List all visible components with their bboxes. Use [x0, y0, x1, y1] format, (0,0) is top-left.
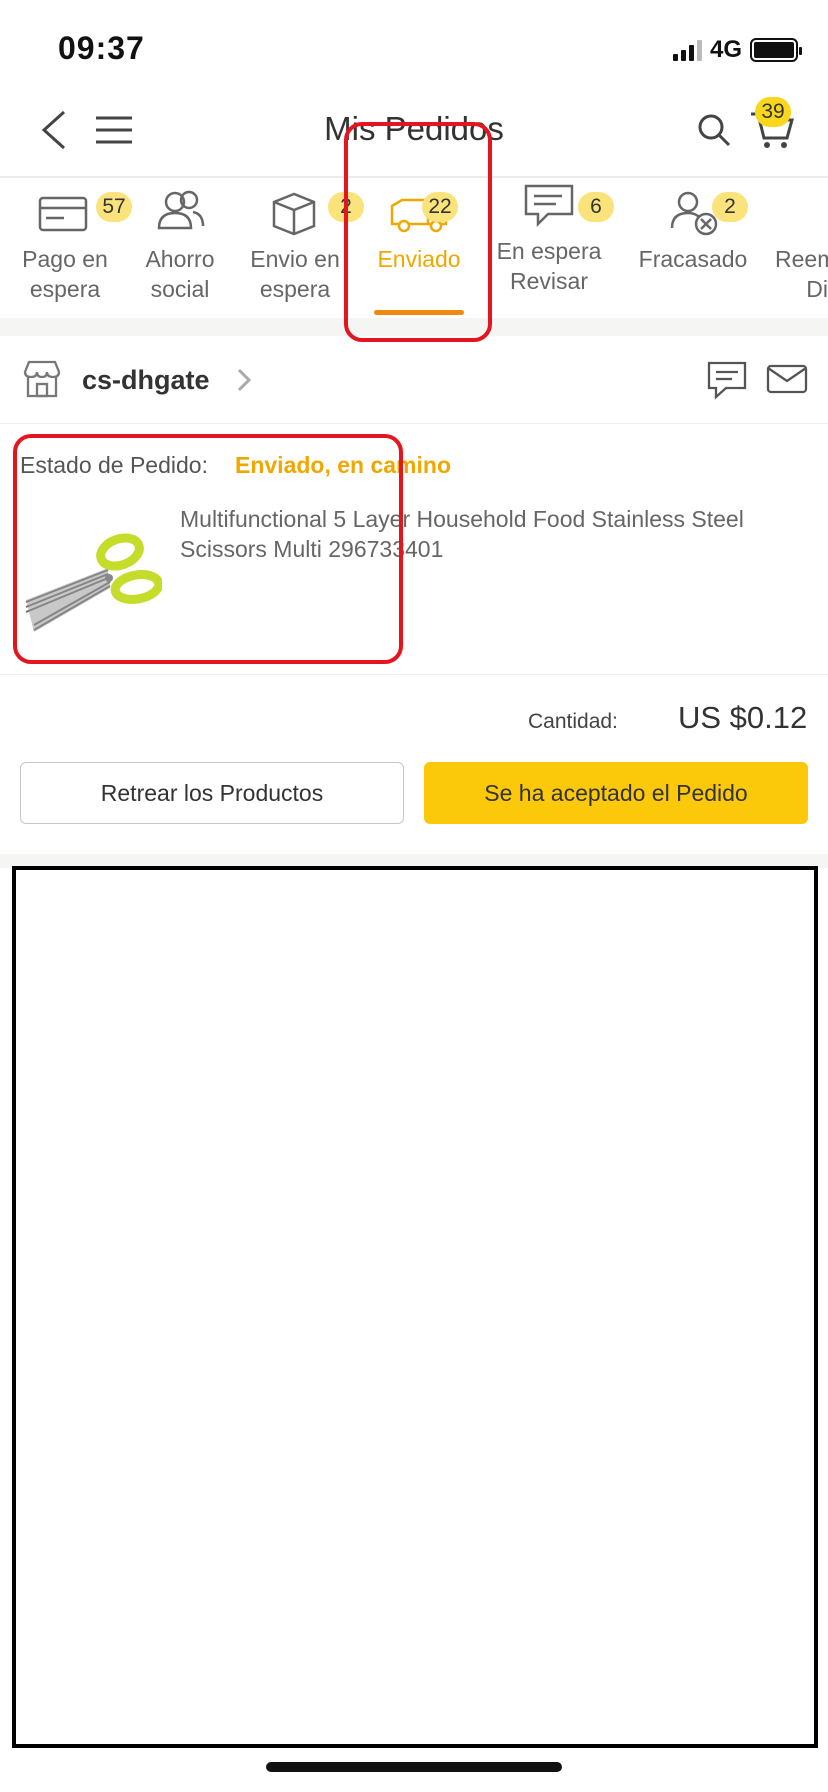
search-icon[interactable]	[688, 104, 740, 156]
group-people-icon	[149, 186, 211, 236]
cart-count-badge: 39	[755, 97, 791, 127]
divider	[0, 423, 828, 424]
shop-name[interactable]: cs-dhgate	[82, 365, 210, 396]
tab-label: Fracasado	[638, 246, 748, 272]
tab-label: Envio en espera	[250, 246, 340, 302]
divider	[0, 674, 828, 675]
status-indicators: 4G	[672, 36, 802, 64]
tab-pago-en-espera[interactable]: 57 Pago en espera	[5, 178, 132, 318]
tab-reembolso[interactable]: Reem Di	[775, 178, 828, 318]
chat-icon[interactable]	[706, 360, 748, 405]
app-screen: 09:37 4G Mis Pedidos 39 57 Pago en esper…	[0, 0, 828, 1792]
box-icon: 2	[264, 186, 364, 236]
tab-label: Ahorro social	[145, 246, 215, 302]
tab-label: En espera Revisar	[496, 238, 602, 294]
tab-fracasado[interactable]: 2 Fracasado	[628, 178, 758, 318]
tab-en-espera-revisar[interactable]: 6 En espera Revisar	[490, 170, 614, 310]
track-products-button[interactable]: Retrear los Productos	[20, 762, 404, 824]
order-price: US $0.12	[678, 700, 808, 735]
chevron-right-icon[interactable]	[236, 367, 252, 398]
tab-label: Reem Di	[775, 246, 828, 302]
signal-icon	[672, 39, 702, 61]
review-chat-icon: 6	[518, 178, 614, 228]
redacted-area	[12, 866, 818, 1748]
mail-icon[interactable]	[766, 364, 808, 399]
battery-icon	[750, 38, 802, 62]
order-accepted-button[interactable]: Se ha aceptado el Pedido	[424, 762, 808, 824]
store-icon	[22, 360, 62, 403]
payment-card-icon: 57	[34, 186, 132, 236]
tab-ahorro-social[interactable]: Ahorro social	[125, 178, 235, 318]
user-failed-icon: 2	[662, 186, 748, 236]
tab-envio-en-espera[interactable]: 2 Envio en espera	[240, 178, 364, 318]
quantity-label: Cantidad:	[528, 710, 618, 733]
status-time: 09:37	[58, 30, 145, 66]
tab-badge: 2	[712, 192, 748, 222]
tab-label: Pago en espera	[22, 246, 108, 302]
highlight-box-enviado-tab	[344, 122, 492, 342]
highlight-box-order-item	[13, 434, 403, 664]
tab-badge: 6	[578, 192, 614, 222]
network-type: 4G	[709, 36, 742, 63]
home-indicator	[266, 1762, 562, 1772]
